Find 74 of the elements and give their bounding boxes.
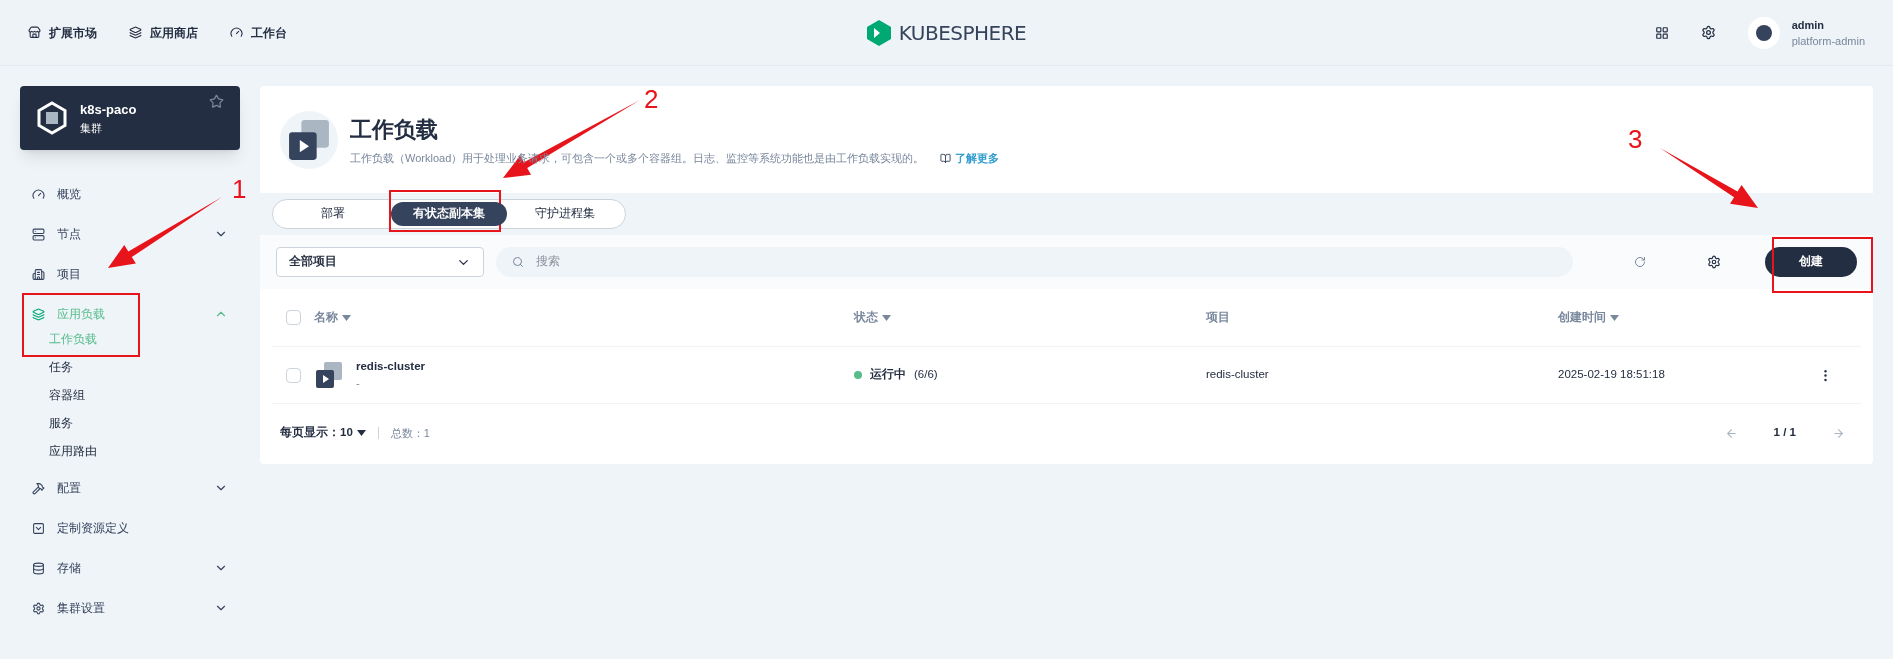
workload-name[interactable]: redis-cluster [356,358,426,376]
cluster-name: k8s-paco [80,101,138,119]
user-name: admin [1791,17,1826,33]
sidebar-icon [32,187,45,201]
checkbox[interactable] [285,310,301,325]
workload-icon [314,360,344,390]
tab[interactable]: 有状态副本集 [391,202,507,226]
star-icon[interactable] [209,94,224,109]
sidebar-subitem[interactable]: 任务 [49,354,240,382]
column-header: 项目 [1206,309,1230,325]
page-title: 工作负载 [350,115,439,144]
sidebar-icon [32,267,45,281]
nav-icon [230,26,243,39]
annotation-number: 1 [232,176,247,202]
sidebar-icon [32,601,45,615]
page-indicator: 1 / 1 [1773,425,1796,441]
sidebar-subitem[interactable]: 容器组 [49,382,240,410]
column-header[interactable]: 创建时间 [1558,308,1606,327]
settings-icon[interactable] [1700,25,1716,40]
caret-icon [356,430,366,436]
project-select[interactable]: 全部项目 [276,247,484,277]
logo: KUBESPHERE [866,17,1027,48]
workload-description: - [356,376,361,392]
created-time: 2025-02-19 18:51:18 [1558,367,1666,383]
search-field[interactable]: 搜索 [496,247,1573,277]
cluster-icon [36,101,68,135]
annotation-number: 2 [644,86,659,112]
nav-icon [129,26,142,39]
sidebar-item[interactable]: 集群设置 [20,588,240,628]
sidebar-icon [32,307,45,321]
replica-count: (6/6) [914,367,938,383]
project-cell-text: redis-cluster [1206,367,1270,383]
user-role: platform-admin [1791,33,1865,49]
page-size-select[interactable]: 10 [340,424,366,442]
top-nav-link[interactable]: 应用商店 [129,23,198,42]
status-text: 运行中 [870,367,906,383]
sidebar-item[interactable]: 项目 [20,254,240,294]
sidebar-icon [32,521,45,535]
annotation-number: 3 [1628,126,1643,152]
sidebar-icon [32,227,45,241]
column-header[interactable]: 状态 [854,308,878,327]
previous-page-icon[interactable] [1724,426,1738,440]
settings-icon[interactable] [1707,255,1721,269]
sort-icon [342,314,351,321]
column-header[interactable]: 名称 [314,308,338,327]
book-icon [940,152,952,164]
search-icon [512,256,524,268]
tab[interactable]: 部署 [275,202,391,226]
apps-icon[interactable] [1654,25,1669,40]
cluster-type: 集群 [80,120,103,136]
sort-icon [1610,314,1619,321]
sidebar-icon [32,481,45,495]
refresh-icon[interactable] [1634,256,1646,268]
top-nav-link[interactable]: 扩展市场 [28,23,97,42]
tab[interactable]: 守护进程集 [507,202,623,226]
top-nav-link[interactable]: 工作台 [230,23,287,42]
sidebar-icon [32,561,45,575]
next-page-icon[interactable] [1832,426,1845,440]
avatar[interactable] [1747,16,1780,49]
sidebar-item[interactable]: 存储 [20,548,240,588]
sidebar-subitem[interactable]: 应用路由 [49,438,240,466]
page-size-label: 每页显示： [280,425,340,441]
sidebar-item[interactable]: 定制资源定义 [20,508,240,548]
total-count: 总数：1 [390,425,431,441]
sort-icon [882,314,891,321]
sidebar-subitem[interactable]: 服务 [49,410,240,438]
nav-icon [28,26,41,39]
checkbox[interactable] [285,367,301,383]
create-button[interactable]: 创建 [1765,247,1857,277]
logo-icon [866,19,891,46]
search-input[interactable]: 搜索 [536,253,1557,271]
cluster-card[interactable]: k8s-paco 集群 [20,86,240,150]
sidebar-item[interactable]: 配置 [20,468,240,508]
sidebar-item[interactable]: 节点 [20,214,240,254]
